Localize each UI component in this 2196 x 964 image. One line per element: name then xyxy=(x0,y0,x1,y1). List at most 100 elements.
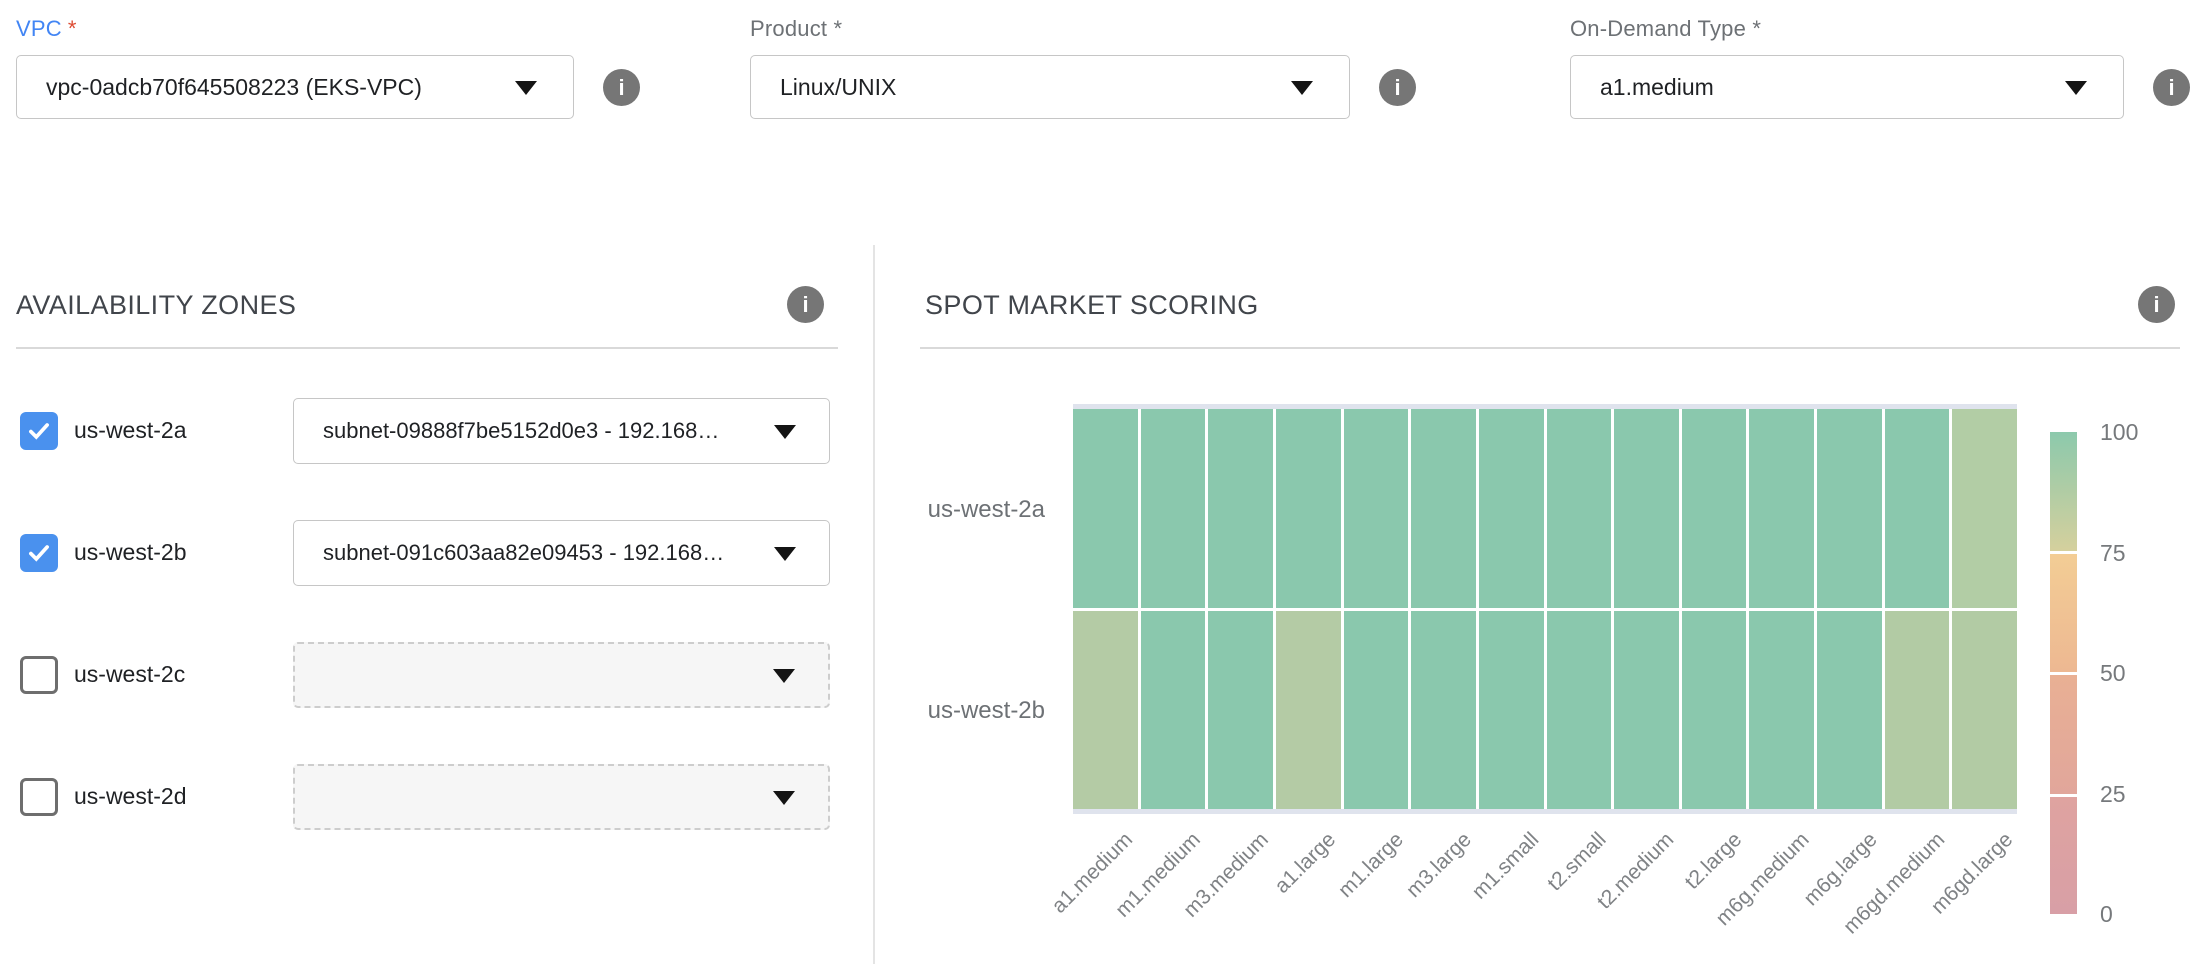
legend-gradient-segment xyxy=(2050,675,2077,794)
az-subnet-select-us-west-2c[interactable] xyxy=(293,642,830,708)
heatmap-cell-us-west-2b-a1.medium[interactable] xyxy=(1073,611,1138,810)
heatmap-row-label: us-west-2b xyxy=(885,697,1045,725)
az-checkbox-us-west-2b[interactable] xyxy=(20,534,58,572)
az-subnet-select-us-west-2d[interactable] xyxy=(293,764,830,830)
heatmap-cell-us-west-2a-a1.medium[interactable] xyxy=(1073,409,1138,608)
heatmap-cell-us-west-2b-t2.small[interactable] xyxy=(1547,611,1612,810)
vpc-info-icon[interactable]: i xyxy=(603,69,640,106)
legend-gradient-segment xyxy=(2050,554,2077,672)
spot-market-scoring-info-icon[interactable]: i xyxy=(2138,286,2175,323)
heatmap-cell-us-west-2b-m1.small[interactable] xyxy=(1479,611,1544,810)
availability-zones-info-icon[interactable]: i xyxy=(787,286,824,323)
az-row-us-west-2c: us-west-2c xyxy=(16,642,838,708)
product-label: Product * xyxy=(750,16,1350,42)
heatmap-cell-us-west-2a-t2.small[interactable] xyxy=(1547,409,1612,608)
chevron-down-icon xyxy=(773,791,795,805)
heatmap-cell-us-west-2a-m6gd.large[interactable] xyxy=(1952,409,2017,608)
heatmap-cell-us-west-2a-m1.large[interactable] xyxy=(1344,409,1409,608)
heatmap-cell-us-west-2b-m1.medium[interactable] xyxy=(1141,611,1206,810)
chevron-down-icon xyxy=(515,81,537,95)
spot-market-heatmap xyxy=(1073,404,2017,814)
heatmap-cell-us-west-2b-m6gd.large[interactable] xyxy=(1952,611,2017,810)
info-glyph: i xyxy=(2153,292,2159,318)
az-subnet-select-us-west-2b[interactable]: subnet-091c603aa82e09453 - 192.168… xyxy=(293,520,830,586)
on-demand-type-field: On-Demand Type * a1.medium i xyxy=(1570,16,2124,119)
on-demand-type-label: On-Demand Type * xyxy=(1570,16,2124,42)
az-subnet-value: subnet-09888f7be5152d0e3 - 192.168… xyxy=(323,418,719,444)
heatmap-cell-us-west-2a-m3.medium[interactable] xyxy=(1208,409,1273,608)
info-glyph: i xyxy=(1394,75,1400,101)
legend-tick-label: 25 xyxy=(2100,781,2126,808)
heatmap-cell-us-west-2a-t2.large[interactable] xyxy=(1682,409,1747,608)
x-axis-label: m3.large xyxy=(1402,828,1477,903)
product-select[interactable]: Linux/UNIX xyxy=(750,55,1350,119)
heatmap-cell-us-west-2b-m6gd.medium[interactable] xyxy=(1885,611,1950,810)
az-subnet-select-us-west-2a[interactable]: subnet-09888f7be5152d0e3 - 192.168… xyxy=(293,398,830,464)
heatmap-cell-us-west-2b-a1.large[interactable] xyxy=(1276,611,1341,810)
heatmap-cell-us-west-2b-t2.medium[interactable] xyxy=(1614,611,1679,810)
product-field: Product * Linux/UNIX i xyxy=(750,16,1350,119)
heatmap-cell-us-west-2b-m1.large[interactable] xyxy=(1344,611,1409,810)
chevron-down-icon xyxy=(774,425,796,439)
x-axis-label: m1.large xyxy=(1334,828,1409,903)
spot-market-scoring-title: SPOT MARKET SCORING xyxy=(925,290,1259,321)
check-icon xyxy=(26,418,52,444)
heatmap-cell-us-west-2b-m6g.medium[interactable] xyxy=(1749,611,1814,810)
heatmap-cell-us-west-2a-m6g.medium[interactable] xyxy=(1749,409,1814,608)
on-demand-type-info-icon[interactable]: i xyxy=(2153,69,2190,106)
heatmap-cell-us-west-2a-m1.medium[interactable] xyxy=(1141,409,1206,608)
availability-zones-rule xyxy=(16,347,838,349)
legend-tick-label: 50 xyxy=(2100,660,2126,687)
x-axis-label: a1.large xyxy=(1271,828,1342,899)
heatmap-cell-us-west-2b-m3.large[interactable] xyxy=(1411,611,1476,810)
az-zone-label: us-west-2b xyxy=(74,539,186,566)
heatmap-cell-us-west-2b-m6g.large[interactable] xyxy=(1817,611,1882,810)
x-axis-label: t2.small xyxy=(1544,828,1612,896)
heatmap-cell-us-west-2a-m3.large[interactable] xyxy=(1411,409,1476,608)
vpc-label: VPC* xyxy=(16,16,574,42)
az-checkbox-us-west-2d[interactable] xyxy=(20,778,58,816)
check-icon xyxy=(26,540,52,566)
spot-market-scoring-rule xyxy=(920,347,2180,349)
az-row-us-west-2a: us-west-2a subnet-09888f7be5152d0e3 - 19… xyxy=(16,398,838,464)
az-checkbox-us-west-2c[interactable] xyxy=(20,656,58,694)
heatmap-cell-us-west-2a-m6g.large[interactable] xyxy=(1817,409,1882,608)
product-select-value: Linux/UNIX xyxy=(780,74,896,101)
chevron-down-icon xyxy=(773,669,795,683)
product-info-icon[interactable]: i xyxy=(1379,69,1416,106)
legend-gradient-segment xyxy=(2050,432,2077,551)
x-axis-label: t2.large xyxy=(1681,828,1748,895)
legend-tick-label: 75 xyxy=(2100,540,2126,567)
az-row-us-west-2d: us-west-2d xyxy=(16,764,838,830)
info-glyph: i xyxy=(802,292,808,318)
heatmap-cell-us-west-2b-t2.large[interactable] xyxy=(1682,611,1747,810)
chevron-down-icon xyxy=(774,547,796,561)
x-axis-label: m1.small xyxy=(1468,828,1544,904)
vpc-select[interactable]: vpc-0adcb70f645508223 (EKS-VPC) xyxy=(16,55,574,119)
az-subnet-value: subnet-091c603aa82e09453 - 192.168… xyxy=(323,540,724,566)
vpc-label-text: VPC xyxy=(16,16,62,41)
az-row-us-west-2b: us-west-2b subnet-091c603aa82e09453 - 19… xyxy=(16,520,838,586)
section-divider xyxy=(873,245,875,964)
heatmap-cell-us-west-2a-m6gd.medium[interactable] xyxy=(1885,409,1950,608)
chevron-down-icon xyxy=(2065,81,2087,95)
heatmap-cell-us-west-2a-m1.small[interactable] xyxy=(1479,409,1544,608)
on-demand-type-select[interactable]: a1.medium xyxy=(1570,55,2124,119)
vpc-select-value: vpc-0adcb70f645508223 (EKS-VPC) xyxy=(46,74,422,101)
heatmap-cell-us-west-2a-a1.large[interactable] xyxy=(1276,409,1341,608)
heatmap-cell-us-west-2a-t2.medium[interactable] xyxy=(1614,409,1679,608)
heatmap-cell-us-west-2b-m3.medium[interactable] xyxy=(1208,611,1273,810)
chevron-down-icon xyxy=(1291,81,1313,95)
info-glyph: i xyxy=(2168,75,2174,101)
legend-tick-label: 0 xyxy=(2100,901,2113,928)
az-zone-label: us-west-2d xyxy=(74,783,186,810)
info-glyph: i xyxy=(618,75,624,101)
availability-zones-title: AVAILABILITY ZONES xyxy=(16,290,296,321)
vpc-required-mark: * xyxy=(68,16,77,41)
on-demand-type-select-value: a1.medium xyxy=(1600,74,1714,101)
legend-tick-label: 100 xyxy=(2100,419,2138,446)
heatmap-row-label: us-west-2a xyxy=(885,496,1045,524)
legend-gradient-segment xyxy=(2050,797,2077,914)
vpc-field: VPC* vpc-0adcb70f645508223 (EKS-VPC) i xyxy=(16,16,574,119)
az-checkbox-us-west-2a[interactable] xyxy=(20,412,58,450)
